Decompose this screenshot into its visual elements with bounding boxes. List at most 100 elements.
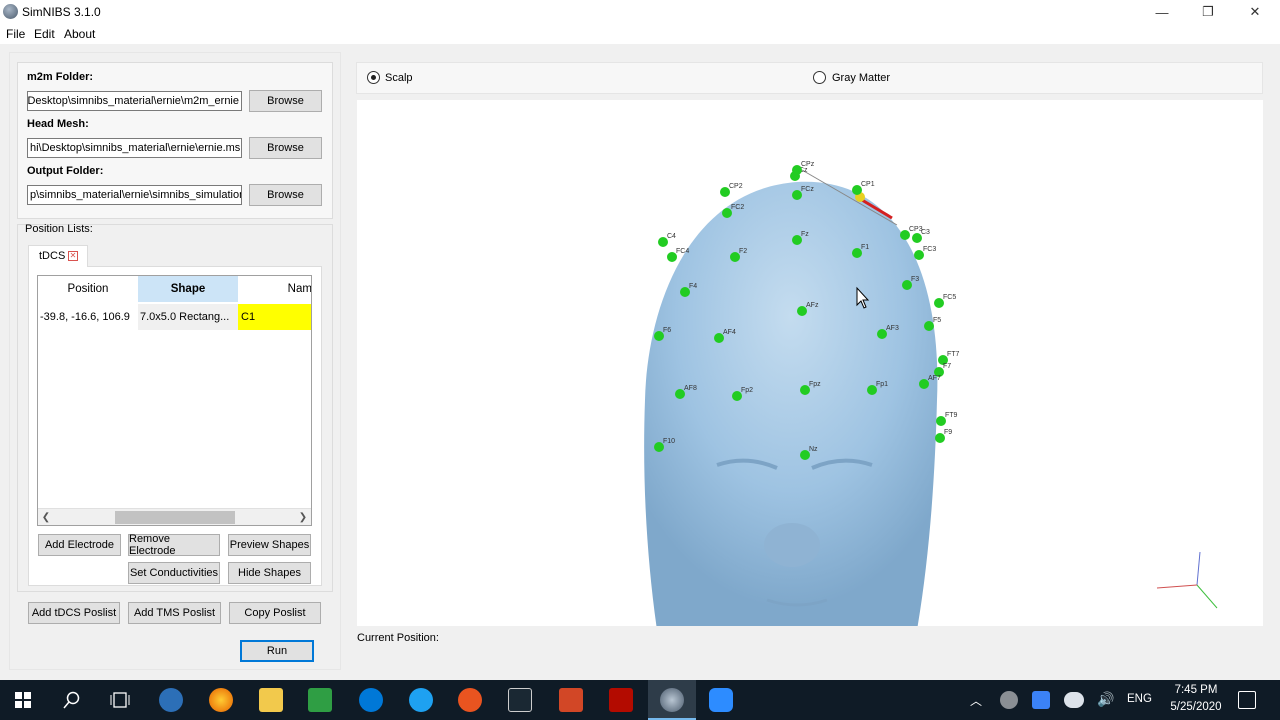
- restore-button[interactable]: ❐: [1185, 0, 1231, 24]
- dropbox-icon[interactable]: [1032, 691, 1050, 709]
- simnibs-taskbar-icon[interactable]: [660, 688, 684, 712]
- scroll-left-icon[interactable]: ❮: [38, 509, 54, 525]
- horizontal-scrollbar[interactable]: ❮ ❯: [38, 508, 311, 525]
- add-electrode-button[interactable]: Add Electrode: [38, 534, 121, 556]
- electrode-label-f9: F9: [944, 429, 952, 436]
- tab-tdcs[interactable]: tDCS ✕: [28, 245, 88, 267]
- clock-time[interactable]: 7:45 PM: [1164, 684, 1228, 696]
- head-3d-viewer[interactable]: Cz CPz CP1 CP2 CP3 C3 C4 FC2 FCz Fz F2 F1 F3 FC3 FC4 F4…: [357, 100, 1263, 626]
- electrode-label-c3: C3: [921, 229, 930, 236]
- position-lists-label: Position Lists:: [25, 223, 93, 235]
- cell-position[interactable]: -39.8, -16.6, 106.9: [40, 304, 140, 330]
- electrode-label-cp1: CP1: [861, 181, 875, 188]
- column-header-position[interactable]: Position: [38, 276, 138, 302]
- electrode-label-cpz: CPz: [801, 161, 815, 168]
- volume-icon[interactable]: 🔊: [1097, 691, 1114, 708]
- cell-name[interactable]: C1: [238, 304, 311, 330]
- output-folder-input[interactable]: p\simnibs_material\ernie\simnibs_simulat…: [27, 185, 242, 205]
- head-mesh-browse-button[interactable]: Browse: [249, 137, 322, 159]
- firefox-icon[interactable]: [209, 688, 233, 712]
- column-header-shape[interactable]: Shape: [138, 276, 238, 302]
- tab-tdcs-label: tDCS: [39, 250, 66, 262]
- add-tdcs-poslist-button[interactable]: Add tDCS Poslist: [28, 602, 120, 624]
- zoom-icon[interactable]: [709, 688, 733, 712]
- electrode-table: Position Shape Name -39.8, -16.6, 106.9 …: [37, 275, 312, 526]
- axis-x-icon: [1156, 584, 1198, 589]
- edge-icon[interactable]: [359, 688, 383, 712]
- electrode-label-fc2: FC2: [731, 204, 744, 211]
- electrode-label-cp2: CP2: [729, 183, 743, 190]
- notifications-icon[interactable]: [1238, 691, 1256, 709]
- electrode-label-f5: F5: [933, 317, 941, 324]
- head-model[interactable]: CzCPzCP1CP2CP3C3C4FC2FCzFzF2F1F3FC3FC4F4…: [357, 100, 1263, 626]
- remove-electrode-button[interactable]: Remove Electrode: [128, 533, 220, 557]
- menu-file[interactable]: File: [6, 27, 25, 41]
- electrode-label-f4: F4: [689, 283, 697, 290]
- internet-explorer-icon[interactable]: [409, 688, 433, 712]
- nose-shading: [764, 523, 820, 567]
- electrode-label-fpz: Fpz: [809, 381, 821, 388]
- scrollbar-thumb[interactable]: [115, 511, 235, 524]
- electrode-label-fp2: Fp2: [741, 387, 753, 394]
- output-folder-label: Output Folder:: [27, 165, 104, 177]
- electrode-label-f2: F2: [739, 248, 747, 255]
- cell-shape[interactable]: 7.0x5.0 Rectang...: [138, 304, 238, 330]
- electrode-label-af7: AF7: [928, 375, 941, 382]
- electrode-label-af4: AF4: [723, 329, 736, 336]
- add-tms-poslist-button[interactable]: Add TMS Poslist: [128, 602, 221, 624]
- menu-bar: File Edit About: [0, 24, 1280, 44]
- head-mesh-input[interactable]: hi\Desktop\simnibs_material\ernie\ernie.…: [27, 138, 242, 158]
- powerpoint-icon[interactable]: [559, 688, 583, 712]
- clock-date[interactable]: 5/25/2020: [1160, 701, 1232, 713]
- electrode-label-ft7: FT7: [947, 351, 960, 358]
- electrode-label-af8: AF8: [684, 385, 697, 392]
- tray-app-icon[interactable]: [1000, 691, 1018, 709]
- search-icon[interactable]: [63, 691, 81, 709]
- menu-edit[interactable]: Edit: [34, 27, 55, 41]
- axis-y-icon: [1196, 584, 1218, 609]
- tab-close-icon[interactable]: ✕: [68, 251, 78, 261]
- task-view-icon[interactable]: [110, 691, 130, 709]
- column-header-name[interactable]: Name: [238, 276, 311, 302]
- onedrive-icon[interactable]: [1064, 692, 1084, 708]
- electrode-label-fp1: Fp1: [876, 381, 888, 388]
- m2m-browse-button[interactable]: Browse: [249, 90, 322, 112]
- close-button[interactable]: ✕: [1232, 0, 1278, 24]
- electrode-label-f7: F7: [943, 363, 951, 370]
- electrode-label-nz: Nz: [809, 446, 818, 453]
- preview-shapes-button[interactable]: Preview Shapes: [228, 534, 311, 556]
- minimize-button[interactable]: —: [1139, 0, 1185, 24]
- electrode-label-f1: F1: [861, 244, 869, 251]
- output-browse-button[interactable]: Browse: [249, 184, 322, 206]
- acrobat-icon[interactable]: [609, 688, 633, 712]
- menu-about[interactable]: About: [64, 27, 95, 41]
- electrode-label-af3: AF3: [886, 325, 899, 332]
- electrode-label-f3: F3: [911, 276, 919, 283]
- simnibs-app-icon: [3, 4, 18, 19]
- gray-matter-radio[interactable]: [813, 71, 826, 84]
- tray-overflow-icon[interactable]: ︿: [970, 692, 982, 709]
- language-indicator[interactable]: ENG: [1127, 693, 1152, 705]
- hide-shapes-button[interactable]: Hide Shapes: [228, 562, 311, 584]
- file-explorer-icon[interactable]: [259, 688, 283, 712]
- xming-icon[interactable]: [508, 688, 532, 712]
- copy-poslist-button[interactable]: Copy Poslist: [229, 602, 321, 624]
- run-button[interactable]: Run: [240, 640, 314, 662]
- scroll-right-icon[interactable]: ❯: [295, 509, 311, 525]
- set-conductivities-button[interactable]: Set Conductivities: [128, 562, 220, 584]
- electrode-label-ft9: FT9: [945, 412, 958, 419]
- scalp-radio[interactable]: [367, 71, 380, 84]
- ubuntu-icon[interactable]: [458, 688, 482, 712]
- current-position-label: Current Position:: [357, 632, 439, 644]
- electrode-label-fc3: FC3: [923, 246, 936, 253]
- m2m-folder-input[interactable]: \Desktop\simnibs_material\ernie\m2m_erni…: [27, 91, 242, 111]
- gray-matter-radio-label[interactable]: Gray Matter: [832, 72, 890, 84]
- head-mesh-label: Head Mesh:: [27, 118, 89, 130]
- scalp-radio-label[interactable]: Scalp: [385, 72, 413, 84]
- spreadsheet-icon[interactable]: [308, 688, 332, 712]
- electrode-label-f6: F6: [663, 327, 671, 334]
- chrome-icon[interactable]: [159, 688, 183, 712]
- windows-start-icon[interactable]: [15, 692, 31, 708]
- electrode-label-c4: C4: [667, 233, 676, 240]
- electrode-label-fz: Fz: [801, 231, 809, 238]
